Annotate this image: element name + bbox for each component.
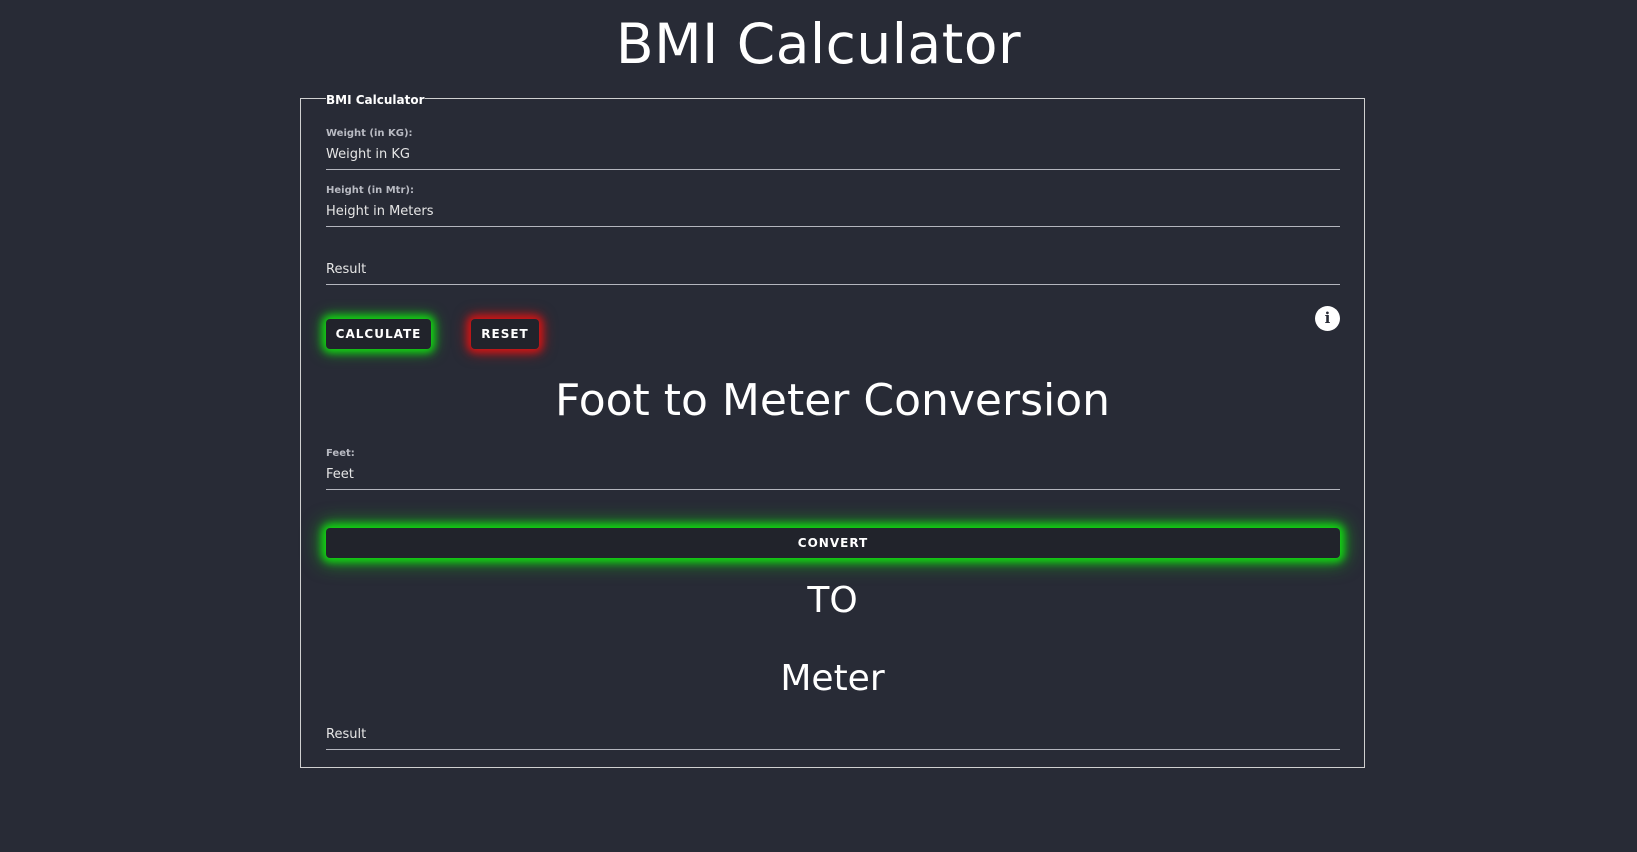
bmi-result-input[interactable] bbox=[326, 255, 1340, 285]
height-label: Height (in Mtr): bbox=[326, 185, 414, 196]
meter-result-input[interactable] bbox=[326, 720, 1340, 750]
feet-label: Feet: bbox=[326, 448, 355, 459]
bmi-result-field bbox=[326, 255, 1340, 285]
feet-field: Feet: bbox=[326, 448, 1340, 490]
info-icon[interactable]: i bbox=[1315, 306, 1340, 331]
reset-button[interactable]: RESET bbox=[471, 319, 539, 349]
weight-input[interactable] bbox=[326, 140, 1340, 170]
feet-input[interactable] bbox=[326, 460, 1340, 490]
meter-unit-text: Meter bbox=[780, 658, 885, 699]
fieldset-legend: BMI Calculator bbox=[326, 93, 425, 107]
weight-field: Weight (in KG): bbox=[326, 128, 1340, 170]
conversion-title: Foot to Meter Conversion bbox=[554, 375, 1111, 426]
page-title: BMI Calculator bbox=[615, 12, 1022, 76]
convert-button[interactable]: CONVERT bbox=[326, 528, 1340, 558]
height-input[interactable] bbox=[326, 197, 1340, 227]
calculate-button[interactable]: CALCULATE bbox=[326, 319, 431, 349]
weight-label: Weight (in KG): bbox=[326, 128, 413, 139]
to-text: TO bbox=[807, 580, 858, 621]
height-field: Height (in Mtr): bbox=[326, 185, 1340, 227]
meter-result-field bbox=[326, 720, 1340, 750]
